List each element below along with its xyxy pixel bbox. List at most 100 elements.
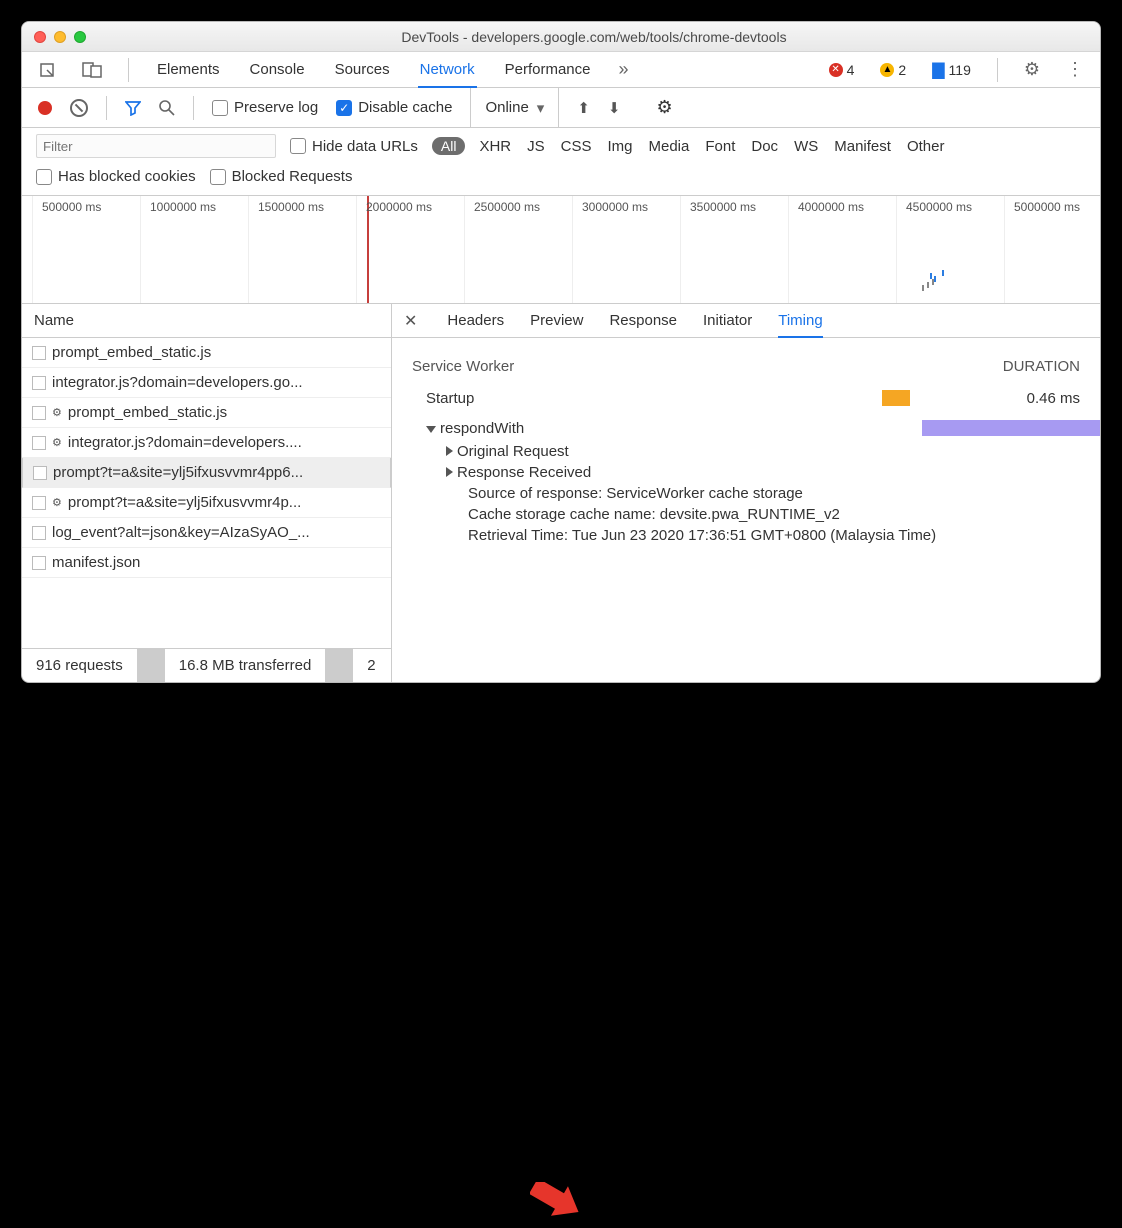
- disable-cache-checkbox[interactable]: ✓Disable cache: [336, 99, 452, 116]
- requests-footer: 916 requests 16.8 MB transferred 2: [22, 648, 391, 682]
- respondwith-toggle[interactable]: respondWith: [412, 420, 642, 437]
- filter-input[interactable]: [36, 134, 276, 158]
- request-row[interactable]: ⚙prompt_embed_static.js: [22, 398, 391, 428]
- record-icon[interactable]: [38, 101, 52, 115]
- timeline-tick: 3000000 ms: [582, 200, 648, 214]
- window-minimize-icon[interactable]: [54, 31, 66, 43]
- startup-label: Startup: [412, 390, 642, 407]
- filter-type-ws[interactable]: WS: [794, 138, 818, 155]
- filter-type-doc[interactable]: Doc: [751, 138, 778, 155]
- timeline-tick: 2500000 ms: [474, 200, 540, 214]
- has-blocked-cookies-label: Has blocked cookies: [58, 168, 196, 185]
- message-count-value: 119: [949, 62, 971, 78]
- tab-initiator[interactable]: Initiator: [703, 312, 752, 329]
- cache-storage-name: Cache storage cache name: devsite.pwa_RU…: [412, 506, 1080, 523]
- main-tabbar: Elements Console Sources Network Perform…: [22, 52, 1100, 88]
- gear-icon: ⚙: [52, 406, 62, 419]
- filter-type-xhr[interactable]: XHR: [479, 138, 511, 155]
- name-column-header[interactable]: Name: [22, 304, 391, 338]
- filter-type-media[interactable]: Media: [649, 138, 690, 155]
- request-row[interactable]: ⚙ prompt?t=a&site=ylj5ifxusvvmr4p...: [22, 488, 391, 518]
- tab-headers[interactable]: Headers: [447, 312, 504, 329]
- file-icon: [32, 376, 46, 390]
- request-name: integrator.js?domain=developers....: [68, 434, 302, 451]
- source-of-response: Source of response: ServiceWorker cache …: [412, 485, 1080, 502]
- request-row[interactable]: manifest.json: [22, 548, 391, 578]
- file-icon: [32, 556, 46, 570]
- close-detail-icon[interactable]: ✕: [404, 311, 417, 331]
- response-received-toggle[interactable]: Response Received: [412, 464, 1080, 481]
- clear-icon[interactable]: [70, 99, 88, 117]
- tab-timing[interactable]: Timing: [778, 305, 822, 338]
- message-count[interactable]: ▇119: [932, 60, 971, 80]
- device-toggle-icon[interactable]: [82, 62, 102, 78]
- search-icon[interactable]: [159, 100, 175, 116]
- request-row[interactable]: ⚙integrator.js?domain=developers....: [22, 428, 391, 458]
- inspect-icon[interactable]: [38, 61, 56, 79]
- transferred-size: 16.8 MB transferred: [165, 657, 326, 674]
- timeline-tick: 500000 ms: [42, 200, 101, 214]
- annotation-arrow-icon: [530, 1182, 582, 1228]
- request-row[interactable]: prompt_embed_static.js: [22, 338, 391, 368]
- window-zoom-icon[interactable]: [74, 31, 86, 43]
- timeline-tick: 4500000 ms: [906, 200, 972, 214]
- throttling-select[interactable]: Online▾: [470, 88, 559, 127]
- request-row[interactable]: prompt?t=a&site=ylj5ifxusvvmr4pp6...: [22, 458, 391, 488]
- startup-duration: 0.46 ms: [1000, 390, 1080, 407]
- request-name: prompt?t=a&site=ylj5ifxusvvmr4pp6...: [53, 464, 303, 481]
- file-icon: [32, 406, 46, 420]
- request-row[interactable]: log_event?alt=json&key=AIzaSyAO_...: [22, 518, 391, 548]
- tab-preview[interactable]: Preview: [530, 312, 583, 329]
- filter-toggle-icon[interactable]: [125, 100, 141, 116]
- upload-icon[interactable]: ⬆: [577, 99, 590, 117]
- tab-performance[interactable]: Performance: [503, 52, 593, 87]
- settings-icon[interactable]: ⚙: [1024, 59, 1040, 80]
- filter-type-img[interactable]: Img: [607, 138, 632, 155]
- filter-type-manifest[interactable]: Manifest: [834, 138, 891, 155]
- timeline-tick: 5000000 ms: [1014, 200, 1080, 214]
- disable-cache-label: Disable cache: [358, 99, 452, 116]
- tab-response[interactable]: Response: [609, 312, 677, 329]
- titlebar: DevTools - developers.google.com/web/too…: [22, 22, 1100, 52]
- timeline-overview[interactable]: 500000 ms1000000 ms1500000 ms2000000 ms2…: [22, 196, 1100, 304]
- kebab-icon[interactable]: ⋮: [1066, 59, 1084, 80]
- download-icon[interactable]: ⬇: [608, 99, 621, 117]
- network-settings-icon[interactable]: ⚙: [656, 97, 672, 118]
- tab-console[interactable]: Console: [248, 52, 307, 87]
- blocked-requests-label: Blocked Requests: [232, 168, 353, 185]
- tab-elements[interactable]: Elements: [155, 52, 222, 87]
- hide-data-urls-checkbox[interactable]: Hide data URLs: [290, 138, 418, 155]
- tab-network[interactable]: Network: [418, 53, 477, 88]
- file-icon: [33, 466, 47, 480]
- error-count-value: 4: [847, 62, 855, 78]
- filter-bar: Hide data URLs All XHR JS CSS Img Media Font D…: [22, 128, 1100, 196]
- filter-type-font[interactable]: Font: [705, 138, 735, 155]
- window-close-icon[interactable]: [34, 31, 46, 43]
- has-blocked-cookies-checkbox[interactable]: Has blocked cookies: [36, 168, 196, 185]
- request-row[interactable]: integrator.js?domain=developers.go...: [22, 368, 391, 398]
- file-icon: [32, 496, 46, 510]
- request-name: prompt?t=a&site=ylj5ifxusvvmr4p...: [68, 494, 301, 511]
- tab-sources[interactable]: Sources: [333, 52, 392, 87]
- filter-type-css[interactable]: CSS: [561, 138, 592, 155]
- preserve-log-label: Preserve log: [234, 99, 318, 116]
- timing-section-label: Service Worker: [412, 358, 514, 375]
- retrieval-time: Retrieval Time: Tue Jun 23 2020 17:36:51…: [412, 527, 1080, 544]
- filter-all[interactable]: All: [432, 137, 466, 155]
- more-tabs-icon[interactable]: »: [619, 59, 629, 80]
- original-request-toggle[interactable]: Original Request: [412, 443, 1080, 460]
- blocked-requests-checkbox[interactable]: Blocked Requests: [210, 168, 353, 185]
- window-title: DevTools - developers.google.com/web/too…: [100, 29, 1088, 45]
- request-name: integrator.js?domain=developers.go...: [52, 374, 303, 391]
- warning-count[interactable]: ▲2: [880, 62, 906, 78]
- throttling-value: Online: [485, 99, 528, 116]
- timeline-tick: 4000000 ms: [798, 200, 864, 214]
- request-name: prompt_embed_static.js: [52, 344, 211, 361]
- timing-panel: Service Worker DURATION Startup 0.46 ms …: [392, 338, 1100, 682]
- filter-type-other[interactable]: Other: [907, 138, 945, 155]
- filter-type-js[interactable]: JS: [527, 138, 545, 155]
- gear-icon: ⚙: [52, 496, 62, 509]
- timeline-tick: 1500000 ms: [258, 200, 324, 214]
- error-count[interactable]: ✕4: [829, 62, 855, 78]
- preserve-log-checkbox[interactable]: Preserve log: [212, 99, 318, 116]
